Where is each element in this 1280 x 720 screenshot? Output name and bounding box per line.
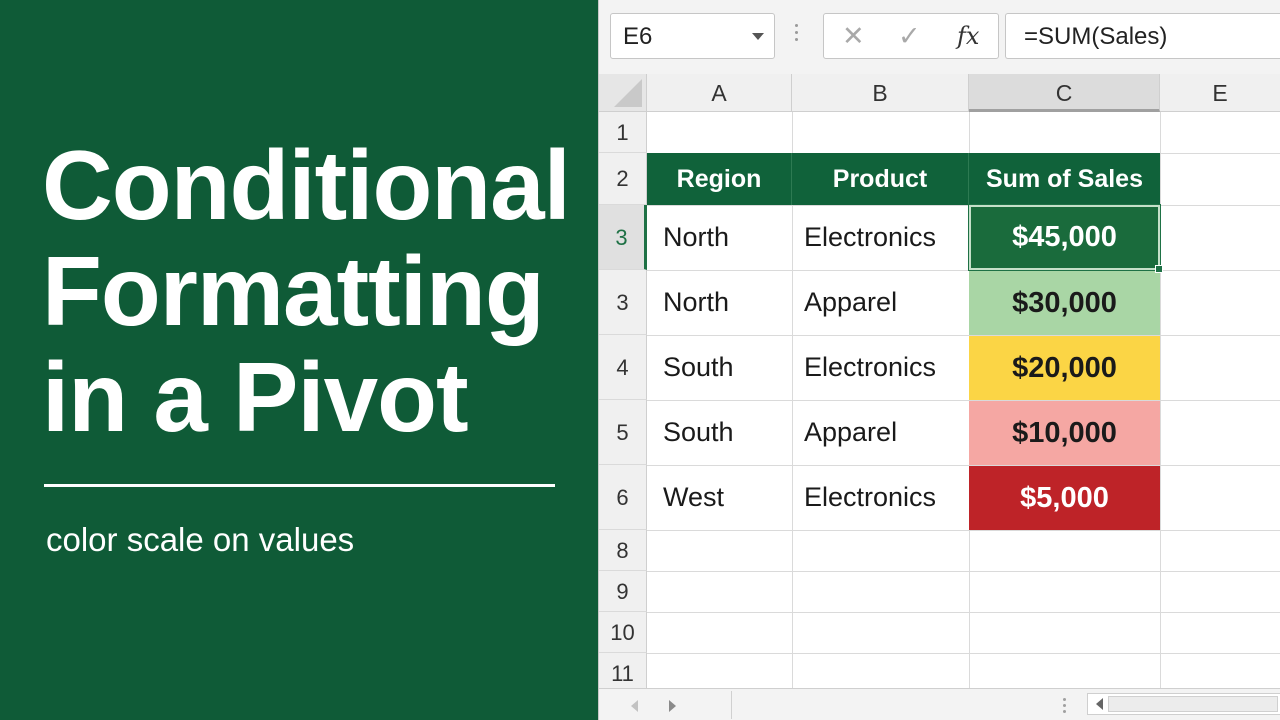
select-all-button[interactable] [599,74,647,112]
drag-handle-icon[interactable] [795,24,799,50]
scrollbar-thumb[interactable] [1108,696,1278,712]
select-all-triangle-icon [614,79,642,107]
region-cell[interactable]: West [663,465,724,530]
row-header[interactable]: 5 [599,400,647,465]
fill-handle[interactable] [1155,265,1163,273]
product-cell[interactable]: Apparel [804,400,897,465]
name-box[interactable]: E6 [610,13,775,59]
gridline [647,205,1280,206]
row-header[interactable]: 8 [599,530,647,571]
chevron-down-icon[interactable] [752,33,764,40]
formula-text: =SUM(Sales) [1024,23,1168,50]
title-panel: Conditional Formatting in a Pivot color … [0,0,598,720]
region-cell[interactable]: South [663,335,734,400]
region-cell[interactable]: North [663,205,729,270]
title-line-3: in a Pivot [42,342,469,452]
insert-function-icon[interactable]: fx [957,21,979,51]
row-header[interactable]: 1 [599,112,647,153]
pivot-header-region[interactable]: Region [647,153,792,205]
scroll-left-icon[interactable] [1096,698,1103,710]
row-header[interactable]: 2 [599,153,647,205]
formula-bar: E6 ✕ ✓ fx =SUM(Sales) [599,0,1280,74]
gridline [647,653,1280,654]
sales-value-cell[interactable]: $5,000 [969,466,1160,530]
column-header-e[interactable]: E [1160,74,1280,112]
row-header[interactable]: 4 [599,335,647,400]
sheet-tab-bar [599,688,1280,720]
product-cell[interactable]: Electronics [804,335,936,400]
formula-input[interactable]: =SUM(Sales) [1005,13,1280,59]
formula-actions: ✕ ✓ fx [823,13,999,59]
worksheet-grid[interactable]: A B C E 1 2 3 3 4 5 6 8 9 10 11 Region P… [599,74,1280,688]
row-header[interactable]: 11 [599,653,647,688]
title-line-2: Formatting [42,236,545,346]
tab-divider [731,691,732,719]
region-cell[interactable]: North [663,270,729,335]
column-header-b[interactable]: B [792,74,969,112]
gridline [647,571,1280,572]
sales-value-cell[interactable]: $20,000 [969,336,1160,400]
gridline [647,270,1280,271]
sales-value-cell-selected[interactable]: $45,000 [969,205,1160,270]
row-header[interactable]: 10 [599,612,647,653]
product-cell[interactable]: Electronics [804,465,936,530]
spreadsheet-window: E6 ✕ ✓ fx =SUM(Sales) A B C E 1 2 3 3 4 … [598,0,1280,720]
scroll-tabs-right-icon[interactable] [669,700,676,712]
main-title: Conditional Formatting in a Pivot [42,132,582,450]
subtitle: color scale on values [46,521,355,558]
name-box-value: E6 [623,23,653,50]
row-header[interactable]: 9 [599,571,647,612]
row-header[interactable]: 6 [599,465,647,530]
horizontal-scrollbar[interactable] [1087,693,1280,715]
splitter-handle-icon[interactable] [1063,698,1067,714]
cancel-icon[interactable]: ✕ [842,21,865,51]
pivot-header-sum-of-sales[interactable]: Sum of Sales [969,153,1160,205]
title-divider [44,484,555,487]
gridline [647,465,1280,466]
column-header-c[interactable]: C [969,74,1160,112]
row-header[interactable]: 3 [599,270,647,335]
pivot-header-product[interactable]: Product [792,153,969,205]
product-cell[interactable]: Apparel [804,270,897,335]
region-cell[interactable]: South [663,400,734,465]
gridline [647,530,1280,531]
scroll-tabs-left-icon[interactable] [631,700,638,712]
gridline [647,335,1280,336]
check-icon[interactable]: ✓ [898,21,921,51]
gridline [647,612,1280,613]
column-header-a[interactable]: A [647,74,792,112]
sales-value-cell[interactable]: $10,000 [969,401,1160,465]
sales-value-cell[interactable]: $30,000 [969,271,1160,335]
row-header-active[interactable]: 3 [599,205,647,270]
product-cell[interactable]: Electronics [804,205,936,270]
gridline [647,400,1280,401]
title-line-1: Conditional [42,130,571,240]
